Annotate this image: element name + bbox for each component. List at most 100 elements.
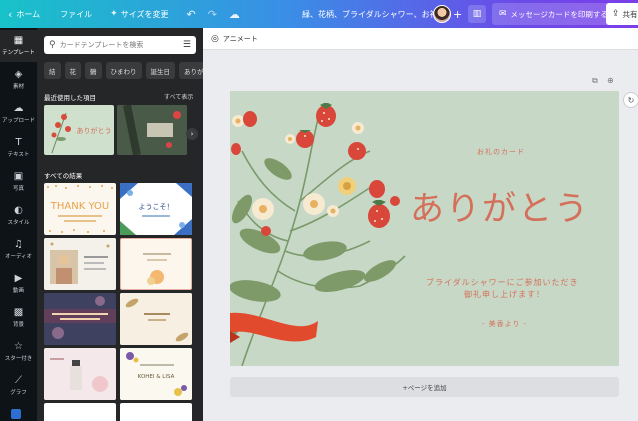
thumb-text: ありがとう: [77, 126, 112, 135]
filter-icon[interactable]: ☰: [183, 40, 191, 50]
more-apps-icon[interactable]: [11, 409, 21, 419]
thumb-text: ようこそ！: [139, 203, 174, 211]
share-label: 共有: [622, 9, 638, 19]
chip-keyword[interactable]: 鶴: [85, 62, 102, 79]
home-label: ホーム: [16, 9, 41, 19]
design-canvas[interactable]: お礼のカード ありがとう ブライダルシャワーにご参加いただき 御礼申し上げます！…: [230, 91, 619, 366]
top-bar: ‹ ホーム ファイル ✦ サイズを変更 ↶ ↷ ☁ 緑、花柄、ブライダルシャワー…: [0, 0, 638, 28]
chevron-right-icon: ›: [190, 130, 194, 138]
duplicate-page-icon[interactable]: ⧉: [592, 76, 598, 86]
add-page-icon[interactable]: ⊕: [607, 76, 614, 85]
chip-keyword[interactable]: ひまわり: [105, 62, 142, 79]
editor-area: ◎ アニメート ⧉ ⊕ お礼のカード ありがとう ブライダルシャワーにご参加いた…: [203, 28, 638, 421]
search-input[interactable]: [59, 41, 170, 49]
chevron-left-icon: ‹: [8, 7, 13, 21]
share-button[interactable]: ⇪ 共有: [606, 3, 638, 25]
editor-toolbar: ◎ アニメート: [203, 28, 638, 50]
thumb-text: THANK YOU: [50, 201, 109, 212]
add-collaborator-button[interactable]: +: [453, 0, 462, 28]
recent-title: 最近使用した項目: [44, 94, 96, 102]
rail-label: テンプレート: [2, 50, 35, 56]
rail-item-elements[interactable]: ◈ 素材: [0, 64, 37, 96]
card-message-line-1[interactable]: ブライダルシャワーにご参加いただき: [426, 277, 579, 288]
rail-label: 写真: [12, 186, 24, 192]
rail-item-charts[interactable]: ⟋ グラフ: [0, 370, 37, 402]
resize-label: サイズを変更: [120, 9, 169, 19]
rail-label: スター付き: [4, 356, 33, 362]
background-icon: ▩: [13, 307, 24, 318]
redo-button[interactable]: ↷: [202, 0, 223, 28]
result-thumb-gold[interactable]: [120, 293, 192, 345]
recent-scroll-right-button[interactable]: ›: [186, 128, 198, 140]
rail-item-templates[interactable]: ▦ テンプレート: [0, 30, 37, 62]
cosmetics-thumbnail: [44, 348, 116, 400]
file-label: ファイル: [60, 9, 93, 19]
names-thumbnail: KOHEI & LISA: [120, 348, 192, 400]
rail-label: 動画: [12, 288, 24, 294]
rail-item-uploads[interactable]: ☁ アップロード: [0, 98, 37, 130]
rail-item-photos[interactable]: ▣ 写真: [0, 166, 37, 198]
result-thumb-thank-you[interactable]: THANK YOU: [44, 183, 116, 235]
avatar[interactable]: [433, 5, 451, 23]
video-icon: ▶: [14, 273, 23, 284]
home-button[interactable]: ‹ ホーム: [0, 0, 46, 28]
photo-icon: ▣: [13, 171, 24, 182]
rail-item-text[interactable]: T テキスト: [0, 132, 37, 164]
sparkle-icon: ✦: [110, 9, 118, 19]
result-thumb-photo-card[interactable]: [44, 238, 116, 290]
chip-keyword[interactable]: ありがとう: [179, 62, 203, 79]
document-title[interactable]: 緑、花柄、ブライダルシャワー、お礼状: [302, 0, 446, 28]
youkoso-thumbnail: ようこそ！: [120, 183, 192, 235]
template-icon: ▦: [13, 35, 24, 46]
upload-icon: ☁: [13, 103, 24, 114]
palette-icon: ◐: [14, 205, 23, 216]
cloud-save-button[interactable]: ☁: [223, 0, 246, 28]
card-signature[interactable]: - 美香より -: [482, 319, 527, 329]
plus-icon: +: [453, 7, 463, 21]
undo-button[interactable]: ↶: [180, 0, 201, 28]
search-icon: ⚲: [49, 40, 56, 50]
rail-item-background[interactable]: ▩ 背景: [0, 302, 37, 334]
file-menu[interactable]: ファイル: [54, 0, 98, 28]
xmas-thumbnail: [117, 105, 187, 155]
animate-button[interactable]: アニメート: [223, 34, 258, 44]
recent-thumb-xmas[interactable]: [117, 105, 187, 155]
card-message-line-2[interactable]: 御礼申し上げます！: [464, 289, 545, 300]
chart-icon: ⟋: [15, 375, 22, 386]
rail-item-starred[interactable]: ☆ スター付き: [0, 336, 37, 368]
share-icon: ⇪: [612, 9, 620, 19]
rail-label: 背景: [12, 322, 24, 328]
card-subtitle[interactable]: お礼のカード: [477, 147, 525, 157]
result-thumb-partial[interactable]: [44, 403, 116, 421]
chip-keyword[interactable]: 結: [44, 62, 61, 79]
chip-keyword[interactable]: 誕生日: [145, 62, 175, 79]
see-all-link[interactable]: すべて表示: [164, 92, 193, 101]
resize-button[interactable]: ✦ サイズを変更: [104, 0, 174, 28]
chip-keyword[interactable]: 花: [64, 62, 81, 79]
birthday-thumbnail: [44, 293, 116, 345]
result-thumb-youkoso[interactable]: ようこそ！: [120, 183, 192, 235]
star-icon: ☆: [14, 341, 23, 352]
rail-item-audio[interactable]: ♫ オーディオ: [0, 234, 37, 266]
strawberry-thumbnail: ありがとう: [51, 112, 112, 154]
rail-label: 素材: [12, 84, 24, 90]
result-thumb-names[interactable]: KOHEI & LISA: [120, 348, 192, 400]
thank-you-thumbnail: THANK YOU: [47, 185, 113, 233]
print-message-card-button[interactable]: ✉ メッセージカードを印刷する: [492, 3, 615, 25]
result-thumb-cosmetics[interactable]: [44, 348, 116, 400]
add-page-button[interactable]: +ページを追加: [230, 377, 619, 397]
recent-thumb-strawberry[interactable]: ありがとう: [44, 105, 114, 155]
rotate-button[interactable]: ↻: [623, 92, 638, 108]
result-thumb-partial[interactable]: [120, 403, 192, 421]
result-thumb-floral[interactable]: [120, 238, 192, 290]
rail-label: テキスト: [7, 152, 30, 158]
floral-thumbnail: [121, 239, 191, 289]
card-headline[interactable]: ありがとう: [410, 181, 590, 230]
template-panel: ⚲ ☰ 結 花 鶴 ひまわり 誕生日 ありがとう 最近使用した項目 すべて表示 …: [37, 28, 203, 421]
rail-item-video[interactable]: ▶ 動画: [0, 268, 37, 300]
text-icon: T: [15, 137, 22, 148]
result-thumb-birthday[interactable]: [44, 293, 116, 345]
rail-item-styles[interactable]: ◐ スタイル: [0, 200, 37, 232]
results-title: すべての結果: [44, 172, 83, 180]
insights-button[interactable]: ▥: [468, 5, 486, 23]
